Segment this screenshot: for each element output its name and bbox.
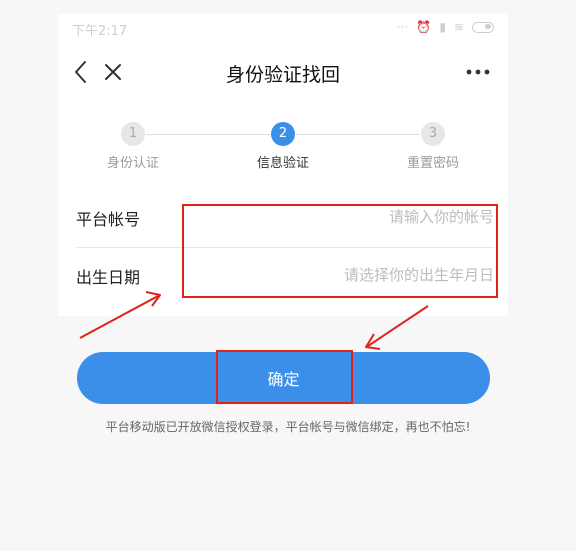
wifi-icon: ≋ — [453, 20, 464, 34]
more-horizontal-icon[interactable] — [464, 62, 492, 82]
birthdate-picker[interactable] — [254, 262, 494, 288]
status-bar: 下午2:17 ··· ⏰ ▮ ≋ — [58, 14, 508, 44]
footer-note: 平台移动版已开放微信授权登录，平台帐号与微信绑定，再也不怕忘! — [105, 420, 471, 434]
signal-icon: ▮ — [439, 20, 446, 34]
dots-icon: ··· — [396, 20, 409, 34]
nav-header: 身份验证找回 — [58, 52, 508, 92]
app-screen: 下午2:17 ··· ⏰ ▮ ≋ 身份验证找回 1 身份认证 2 信息验证 3 … — [58, 14, 508, 316]
status-icons: ··· ⏰ ▮ ≋ — [397, 20, 494, 34]
step-number: 2 — [271, 122, 295, 146]
birthdate-label: 出生日期 — [76, 268, 141, 287]
verification-form: 平台帐号 出生日期 — [76, 190, 494, 306]
page-title: 身份验证找回 — [225, 64, 340, 86]
step-label: 信息验证 — [256, 156, 309, 171]
screenshot-stage: 下午2:17 ··· ⏰ ▮ ≋ 身份验证找回 1 身份认证 2 信息验证 3 … — [0, 0, 576, 551]
progress-stepper: 1 身份认证 2 信息验证 3 重置密码 — [58, 122, 508, 182]
account-label: 平台帐号 — [76, 210, 141, 229]
step-2: 2 信息验证 — [238, 122, 328, 171]
status-time: 下午2:17 — [72, 24, 128, 39]
step-3: 3 重置密码 — [388, 122, 478, 171]
step-1: 1 身份认证 — [88, 122, 178, 171]
alarm-icon: ⏰ — [416, 20, 432, 34]
account-row: 平台帐号 — [76, 190, 494, 248]
account-input[interactable] — [254, 204, 494, 230]
step-label: 身份认证 — [106, 156, 159, 171]
battery-icon — [472, 21, 494, 33]
confirm-button[interactable]: 确定 — [77, 352, 490, 404]
birthdate-row: 出生日期 — [76, 248, 494, 306]
step-label: 重置密码 — [406, 156, 459, 171]
step-number: 1 — [121, 122, 145, 146]
step-number: 3 — [421, 122, 445, 146]
